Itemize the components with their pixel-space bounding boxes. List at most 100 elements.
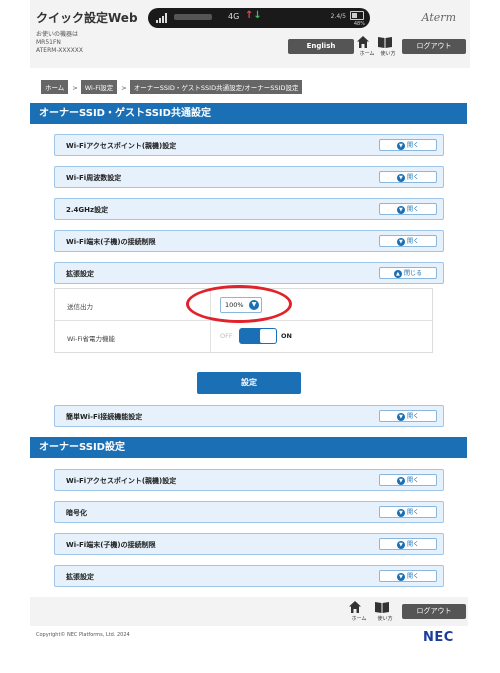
accordion-open-button[interactable]: ▼ 開く — [379, 171, 437, 183]
data-transfer-icon: ↑↓ — [245, 10, 262, 21]
accordion-title: Wi-Fiアクセスポイント(親機)設定 — [66, 142, 177, 150]
toggle-label: 開く — [406, 477, 419, 484]
app-title: クイック設定Web — [36, 11, 138, 25]
device-label: お使いの機器は MR51FN ATERM-XXXXXX — [36, 31, 83, 55]
chevron-down-icon: ▼ — [396, 572, 405, 581]
accordion-title: Wi-Fi周波数設定 — [66, 174, 122, 182]
page: クイック設定Web お使いの機器は MR51FN ATERM-XXXXXX 4G… — [0, 0, 500, 673]
toggle-label: 開く — [406, 509, 419, 516]
chevron-down-icon: ▼ — [396, 237, 405, 246]
accordion-24ghz[interactable]: 2.4GHz設定 ▼ 開く — [54, 198, 444, 220]
battery-percent: 48% — [353, 21, 365, 27]
accordion-frequency[interactable]: Wi-Fi周波数設定 ▼ 開く — [54, 166, 444, 188]
home-button[interactable]: ホーム — [356, 35, 378, 57]
brand-logo: Aterm — [421, 11, 456, 24]
row-divider — [210, 321, 211, 353]
accordion-title: 2.4GHz設定 — [66, 206, 109, 214]
toggle-label: 閉じる — [403, 270, 422, 277]
chevron-up-icon: ▲ — [393, 269, 402, 278]
carrier-name-redacted — [174, 14, 212, 20]
network-type: 4G — [228, 12, 240, 21]
breadcrumb-separator: > — [72, 84, 78, 92]
chevron-down-icon: ▼ — [396, 141, 405, 150]
chevron-down-icon: ▼ — [396, 173, 405, 182]
book-icon — [378, 37, 392, 48]
accordion-title: Wi-Fiアクセスポイント(親機)設定 — [66, 477, 177, 485]
accordion-open-button[interactable]: ▼ 開く — [379, 474, 437, 486]
help-button[interactable]: 使い方 — [377, 35, 399, 57]
accordion-title: 拡張設定 — [66, 270, 94, 278]
accordion-title: 簡単Wi-Fi接続機能設定 — [66, 413, 143, 421]
toggle-label: 開く — [406, 413, 419, 420]
tx-power-row: 送信出力 100% ▼ — [55, 285, 432, 323]
signal-icon — [156, 13, 170, 23]
chevron-down-icon: ▼ — [396, 476, 405, 485]
breadcrumb-separator: > — [121, 84, 127, 92]
toggle-on-label: ON — [281, 332, 292, 340]
accordion-open-button[interactable]: ▼ 開く — [379, 506, 437, 518]
home-label: ホーム — [359, 51, 375, 57]
accordion-open-button[interactable]: ▼ 開く — [379, 538, 437, 550]
battery-fill — [352, 13, 357, 18]
tx-power-label: 送信出力 — [67, 303, 93, 311]
footer-bar: ホーム 使い方 ログアウト — [30, 597, 468, 626]
section-common-header: オーナーSSID・ゲストSSID共通設定 — [30, 103, 467, 124]
header: クイック設定Web お使いの機器は MR51FN ATERM-XXXXXX 4G… — [30, 0, 470, 68]
toggle-label: 開く — [406, 142, 419, 149]
logout-button[interactable]: ログアウト — [402, 39, 466, 54]
accordion-easy-connect[interactable]: 簡単Wi-Fi接続機能設定 ▼ 開く — [54, 405, 444, 427]
accordion-open-button[interactable]: ▼ 開く — [379, 139, 437, 151]
power-save-toggle[interactable] — [239, 328, 277, 344]
accordion-extended[interactable]: 拡張設定 ▲ 閉じる — [54, 262, 444, 284]
status-info: 2.4/5 — [330, 13, 346, 20]
accordion-connection-limit[interactable]: Wi-Fi端末(子機)の接続制限 ▼ 開く — [54, 230, 444, 252]
footer-home-button[interactable]: ホーム — [348, 600, 370, 622]
home-label: ホーム — [351, 616, 367, 622]
battery-icon — [350, 11, 364, 20]
status-bar: 4G ↑↓ 2.4/5 48% — [148, 8, 370, 28]
accordion-encryption[interactable]: 暗号化 ▼ 開く — [54, 501, 444, 523]
extended-settings-panel: 送信出力 100% ▼ Wi-Fi省電力機能 OFF ON — [54, 285, 433, 353]
chevron-down-icon: ▼ — [396, 508, 405, 517]
accordion-close-button[interactable]: ▲ 閉じる — [379, 267, 437, 279]
accordion-open-button[interactable]: ▼ 開く — [379, 235, 437, 247]
toggle-off-label: OFF — [220, 332, 233, 340]
accordion-title: 暗号化 — [66, 509, 87, 517]
chevron-down-icon: ▼ — [396, 205, 405, 214]
toggle-label: 開く — [406, 238, 419, 245]
accordion-owner-connection-limit[interactable]: Wi-Fi端末(子機)の接続制限 ▼ 開く — [54, 533, 444, 555]
accordion-open-button[interactable]: ▼ 開く — [379, 203, 437, 215]
device-ssid: ATERM-XXXXXX — [36, 47, 83, 54]
toggle-label: 開く — [406, 206, 419, 213]
breadcrumb-home[interactable]: ホーム — [41, 80, 69, 94]
device-model: MR51FN — [36, 39, 61, 46]
breadcrumb: ホーム > Wi-Fi設定 > オーナーSSID・ゲストSSID共通設定/オーナーSSI… — [41, 80, 303, 94]
english-button[interactable]: English — [288, 39, 354, 54]
accordion-ap-settings[interactable]: Wi-Fiアクセスポイント(親機)設定 ▼ 開く — [54, 134, 444, 156]
accordion-open-button[interactable]: ▼ 開く — [379, 410, 437, 422]
device-label-line1: お使いの機器は — [36, 31, 79, 38]
footer-logout-button[interactable]: ログアウト — [402, 604, 466, 619]
breadcrumb-current: オーナーSSID・ゲストSSID共通設定/オーナーSSID設定 — [129, 80, 303, 94]
accordion-owner-extended[interactable]: 拡張設定 ▼ 開く — [54, 565, 444, 587]
toggle-knob — [260, 329, 276, 343]
accordion-title: Wi-Fi端末(子機)の接続制限 — [66, 541, 156, 549]
highlight-circle — [186, 285, 292, 323]
footer-help-button[interactable]: 使い方 — [374, 600, 396, 622]
toggle-label: 開く — [406, 174, 419, 181]
accordion-owner-ap-settings[interactable]: Wi-Fiアクセスポイント(親機)設定 ▼ 開く — [54, 469, 444, 491]
toggle-label: 開く — [406, 541, 419, 548]
chevron-down-icon: ▼ — [396, 412, 405, 421]
accordion-title: 拡張設定 — [66, 573, 94, 581]
breadcrumb-wifi-settings[interactable]: Wi-Fi設定 — [80, 80, 118, 94]
help-label: 使い方 — [377, 616, 393, 622]
accordion-open-button[interactable]: ▼ 開く — [379, 570, 437, 582]
accordion-title: Wi-Fi端末(子機)の接続制限 — [66, 238, 156, 246]
apply-button[interactable]: 設定 — [197, 372, 301, 394]
home-icon — [349, 601, 361, 613]
copyright: Copyright© NEC Platforms, Ltd. 2024 — [36, 632, 130, 638]
power-save-row: Wi-Fi省電力機能 OFF ON — [55, 321, 432, 353]
toggle-label: 開く — [406, 573, 419, 580]
book-icon — [375, 602, 389, 613]
section-owner-header: オーナーSSID設定 — [30, 437, 467, 458]
